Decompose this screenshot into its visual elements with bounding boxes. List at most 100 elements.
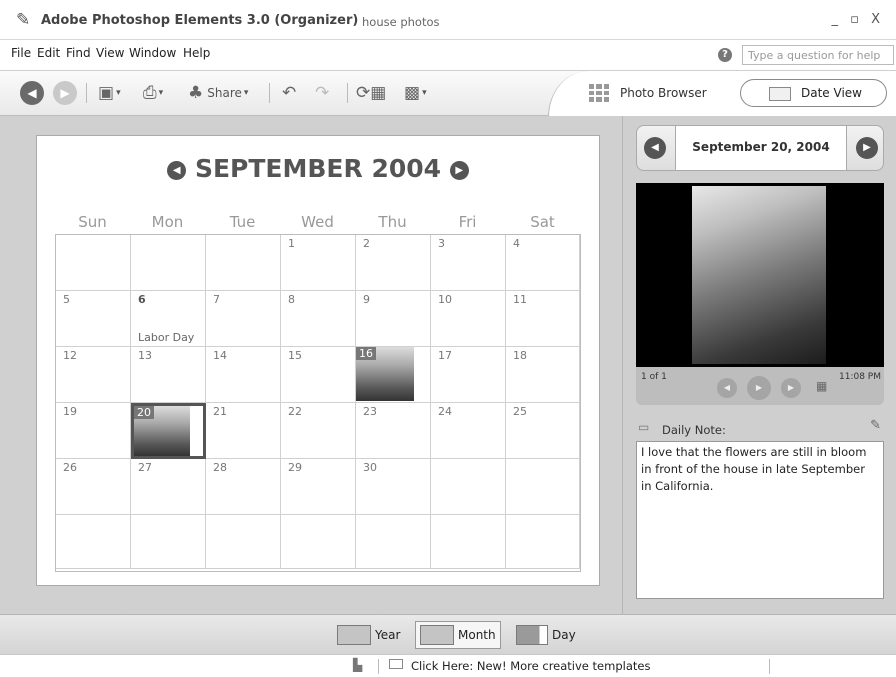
menu-file[interactable]: File: [11, 46, 31, 60]
day-number: 15: [288, 349, 302, 362]
calendar-day-cell[interactable]: 25: [506, 403, 580, 459]
edit-note-icon[interactable]: ✎: [870, 418, 881, 433]
menu-edit[interactable]: Edit: [37, 46, 60, 60]
calendar-day-cell[interactable]: 12: [56, 347, 131, 403]
next-day-button[interactable]: ▶: [856, 137, 878, 159]
calendar-day-cell[interactable]: 21: [206, 403, 281, 459]
calendar-day-cell[interactable]: [506, 459, 580, 515]
day-number: 16: [356, 347, 376, 360]
previous-photo-button[interactable]: ◀: [717, 378, 737, 398]
calendar-day-cell[interactable]: 6 Labor Day: [131, 291, 206, 347]
photo-preview[interactable]: [636, 183, 884, 367]
calendar-day-cell[interactable]: [281, 515, 356, 569]
find-photo-icon[interactable]: ▦: [816, 379, 827, 393]
calendar-day-cell[interactable]: 10: [431, 291, 506, 347]
calendar-day-cell[interactable]: 17: [431, 347, 506, 403]
calendar-day-cell[interactable]: 16: [356, 347, 431, 403]
calendar-day-cell[interactable]: 2: [356, 235, 431, 291]
daily-note-text[interactable]: I love that the flowers are still in blo…: [636, 441, 884, 599]
daily-note-label: Daily Note:: [662, 423, 726, 437]
calendar-day-cell[interactable]: 13: [131, 347, 206, 403]
calendar-day-cell[interactable]: 3: [431, 235, 506, 291]
previous-day-button[interactable]: ◀: [644, 137, 666, 159]
calendar-day-cell[interactable]: [131, 235, 206, 291]
menu-view[interactable]: View: [96, 46, 124, 60]
day-number: 3: [438, 237, 445, 250]
calendar-day-cell[interactable]: [431, 459, 506, 515]
dropdown-caret-icon: ▾: [243, 88, 249, 98]
day-number: 29: [288, 461, 302, 474]
undo-icon: ↶: [282, 83, 297, 103]
photo-browser-icon[interactable]: [589, 84, 609, 102]
month-view-button[interactable]: Month: [415, 621, 501, 649]
calendar-day-cell[interactable]: 30: [356, 459, 431, 515]
calendar-day-cell[interactable]: 5: [56, 291, 131, 347]
calendar-day-cell[interactable]: 24: [431, 403, 506, 459]
weekday-label: Mon: [151, 213, 184, 231]
menu-window[interactable]: Window: [129, 46, 176, 60]
calendar-day-cell[interactable]: [356, 515, 431, 569]
share-button[interactable]: ♣ Share ▾: [188, 81, 248, 105]
calendar-day-cell[interactable]: [206, 515, 281, 569]
window-controls[interactable]: _ ▫ X: [832, 12, 884, 27]
previous-month-button[interactable]: ◀: [167, 161, 187, 180]
calendar-day-cell[interactable]: [131, 515, 206, 569]
calendar-day-cell[interactable]: [506, 515, 580, 569]
calendar-day-cell[interactable]: 27: [131, 459, 206, 515]
calendar-day-cell[interactable]: 20: [131, 403, 206, 459]
printer-status-icon: ▙: [353, 658, 363, 672]
play-button[interactable]: ▶: [747, 376, 771, 400]
calendar-day-cell[interactable]: 15: [281, 347, 356, 403]
calendar-day-cell[interactable]: 7: [206, 291, 281, 347]
calendar-day-cell[interactable]: 23: [356, 403, 431, 459]
calendar-day-cell[interactable]: [431, 515, 506, 569]
day-photo-thumbnail[interactable]: 16: [356, 347, 414, 401]
undo-button[interactable]: ↶: [282, 81, 296, 105]
calendar-day-cell[interactable]: 28: [206, 459, 281, 515]
photo-browser-button[interactable]: Photo Browser: [620, 86, 707, 100]
back-arrow-icon: ◀: [20, 81, 44, 105]
day-number: 25: [513, 405, 527, 418]
help-question-icon: ?: [718, 48, 732, 62]
calendar-day-cell[interactable]: [56, 235, 131, 291]
dropdown-caret-icon: ▾: [422, 88, 427, 98]
day-number: 10: [438, 293, 452, 306]
year-view-button[interactable]: Year: [333, 621, 404, 649]
calendar-day-cell[interactable]: 4: [506, 235, 580, 291]
menu-help[interactable]: Help: [183, 46, 210, 60]
calendar-day-cell[interactable]: 9: [356, 291, 431, 347]
calendar-day-cell[interactable]: 29: [281, 459, 356, 515]
next-photo-button[interactable]: ▶: [781, 378, 801, 398]
menu-find[interactable]: Find: [66, 46, 91, 60]
day-number: 1: [288, 237, 295, 250]
calendar-day-cell[interactable]: 18: [506, 347, 580, 403]
rotate-button[interactable]: ⟳▦: [356, 81, 386, 105]
calendar-day-cell[interactable]: [56, 515, 131, 569]
forward-button[interactable]: ▶: [53, 81, 77, 105]
day-number: 5: [63, 293, 70, 306]
display-options-button[interactable]: ▩ ▾: [404, 81, 427, 105]
calendar-day-cell[interactable]: 8: [281, 291, 356, 347]
dropdown-caret-icon: ▾: [158, 88, 164, 98]
date-view-button[interactable]: Date View: [740, 79, 887, 107]
help-search-input[interactable]: [742, 45, 894, 65]
calendar-day-cell[interactable]: [206, 235, 281, 291]
calendar-day-cell[interactable]: 22: [281, 403, 356, 459]
get-photos-button[interactable]: ▣ ▾: [98, 81, 121, 105]
calendar-day-cell[interactable]: 11: [506, 291, 580, 347]
year-grid-icon: [337, 625, 371, 645]
calendar-day-cell[interactable]: 19: [56, 403, 131, 459]
day-photo-thumbnail[interactable]: 20: [134, 406, 190, 456]
calendar-day-cell[interactable]: 1: [281, 235, 356, 291]
templates-promo-link[interactable]: Click Here: New! More creative templates: [411, 659, 650, 673]
next-month-button[interactable]: ▶: [449, 161, 469, 180]
toolbar-divider: [347, 83, 348, 103]
back-button[interactable]: ◀: [20, 81, 44, 105]
print-button[interactable]: ⎙ ▾: [143, 81, 163, 105]
calendar-day-cell[interactable]: 26: [56, 459, 131, 515]
calendar-day-cell[interactable]: 14: [206, 347, 281, 403]
day-view-button[interactable]: Day: [512, 621, 580, 649]
calendar-grid: 1 2 3 4 5 6 Labor Day 7 8 9 10 11 12 13 14 15 16 17 18 19 20…: [55, 234, 581, 572]
redo-button[interactable]: ↷: [315, 81, 329, 105]
window-subtitle: house photos: [362, 15, 440, 29]
